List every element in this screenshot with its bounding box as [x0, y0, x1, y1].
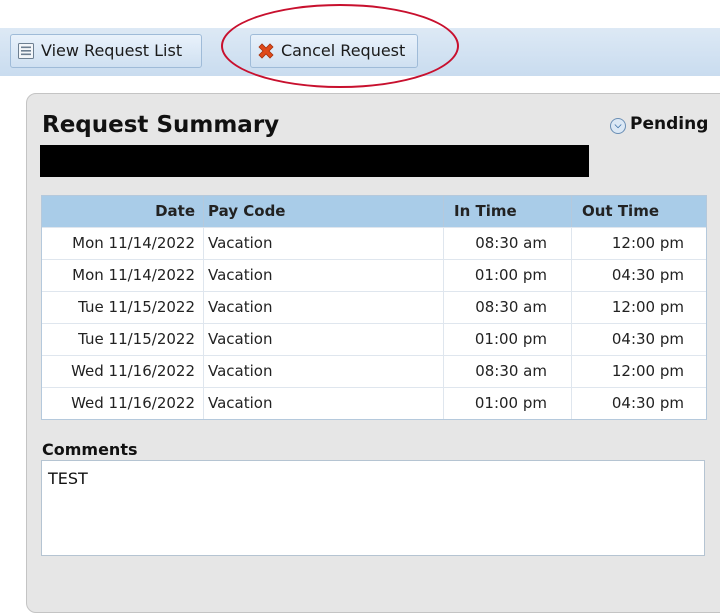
view-request-list-button[interactable]: View Request List [10, 34, 202, 68]
cancel-request-label: Cancel Request [281, 41, 406, 60]
table-row: Wed 11/16/2022 Vacation 08:30 am 12:00 p… [42, 355, 706, 387]
list-icon [18, 43, 34, 59]
time-entries-table: Date Pay Code In Time Out Time Mon 11/14… [41, 195, 707, 420]
cell-pay-code: Vacation [204, 356, 444, 387]
cell-date: Wed 11/16/2022 [42, 388, 204, 419]
cell-pay-code: Vacation [204, 324, 444, 355]
page-title: Request Summary [42, 112, 280, 138]
cell-pay-code: Vacation [204, 228, 444, 259]
cell-pay-code: Vacation [204, 388, 444, 419]
cell-in-time: 08:30 am [444, 228, 572, 259]
comments-label: Comments [42, 440, 138, 459]
cell-in-time: 01:00 pm [444, 260, 572, 291]
toolbar: View Request List Cancel Request [0, 28, 720, 76]
cell-out-time: 04:30 pm [611, 394, 684, 412]
cell-in-time: 01:00 pm [444, 324, 572, 355]
table-row: Mon 11/14/2022 Vacation 01:00 pm 04:30 p… [42, 259, 706, 291]
view-request-list-label: View Request List [41, 41, 183, 60]
table-row: Tue 11/15/2022 Vacation 08:30 am 12:00 p… [42, 291, 706, 323]
cell-pay-code: Vacation [204, 292, 444, 323]
table-header: Date Pay Code In Time Out Time [42, 196, 706, 227]
cell-date: Tue 11/15/2022 [42, 292, 204, 323]
cell-out-time: 12:00 pm [611, 234, 684, 252]
header-out-time[interactable]: Out Time [572, 196, 706, 227]
cell-date: Mon 11/14/2022 [42, 260, 204, 291]
cell-in-time: 08:30 am [444, 292, 572, 323]
status-label: Pending [630, 114, 709, 134]
cell-pay-code: Vacation [204, 260, 444, 291]
table-row: Mon 11/14/2022 Vacation 08:30 am 12:00 p… [42, 227, 706, 259]
cell-out-time: 12:00 pm [611, 362, 684, 380]
cell-in-time: 01:00 pm [444, 388, 572, 419]
comments-field[interactable]: TEST [41, 460, 705, 556]
cell-out-time: 04:30 pm [611, 330, 684, 348]
table-row: Tue 11/15/2022 Vacation 01:00 pm 04:30 p… [42, 323, 706, 355]
header-date[interactable]: Date [42, 196, 204, 227]
header-pay-code[interactable]: Pay Code [204, 196, 444, 227]
status-badge: ⌵ Pending [610, 114, 708, 134]
cell-in-time: 08:30 am [444, 356, 572, 387]
redacted-block [40, 145, 589, 177]
cell-out-time: 04:30 pm [611, 266, 684, 284]
cell-date: Tue 11/15/2022 [42, 324, 204, 355]
cell-date: Wed 11/16/2022 [42, 356, 204, 387]
cell-out-time: 12:00 pm [611, 298, 684, 316]
cancel-x-icon [258, 43, 274, 59]
cell-date: Mon 11/14/2022 [42, 228, 204, 259]
table-row: Wed 11/16/2022 Vacation 01:00 pm 04:30 p… [42, 387, 706, 419]
status-chevron-icon: ⌵ [610, 118, 626, 134]
header-in-time[interactable]: In Time [444, 196, 572, 227]
cancel-request-button[interactable]: Cancel Request [250, 34, 418, 68]
